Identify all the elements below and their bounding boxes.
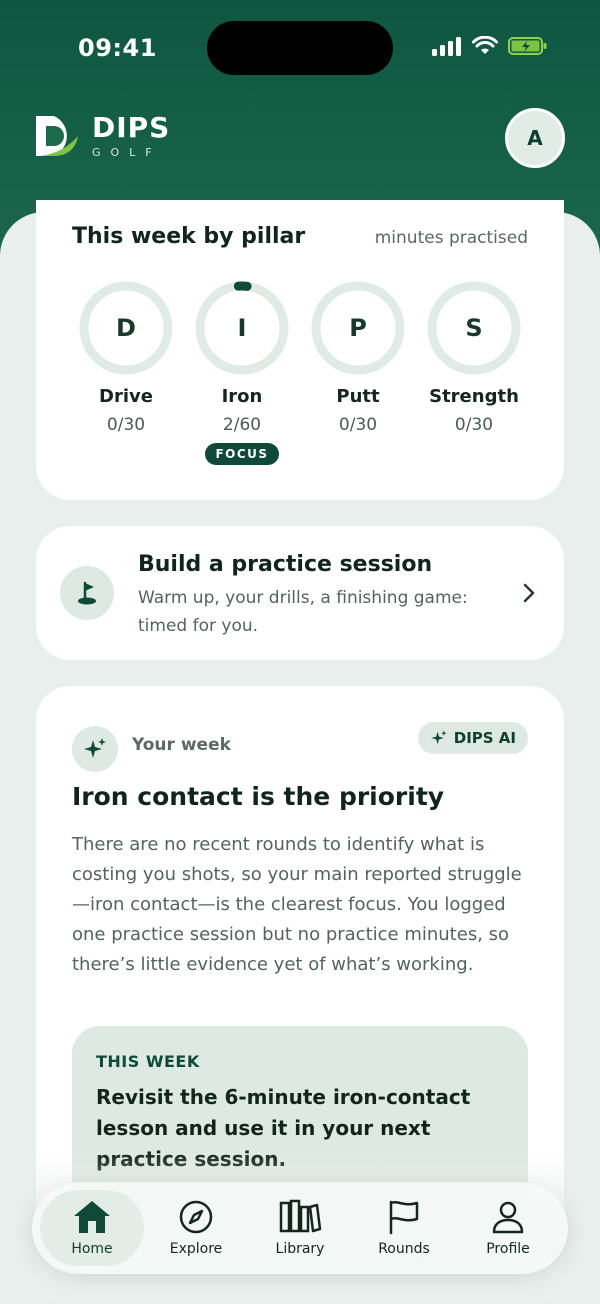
pillar-drive[interactable]: D Drive 0/30 <box>76 280 176 465</box>
pillar-minutes: 2/60 <box>222 415 262 435</box>
dips-logo-icon <box>36 116 78 156</box>
pillar-name: Iron <box>221 386 263 407</box>
tab-label: Rounds <box>378 1241 430 1257</box>
pillar-letter: I <box>237 314 247 342</box>
week-headline: Iron contact is the priority <box>72 782 445 811</box>
progress-ring: S <box>426 280 522 376</box>
brand-sub: GOLF <box>92 145 162 159</box>
build-session-title: Build a practice session <box>138 552 433 577</box>
progress-ring: D <box>78 280 174 376</box>
tab-profile[interactable]: Profile <box>456 1190 560 1266</box>
app-logo[interactable]: DIPS GOLF <box>34 112 170 160</box>
home-icon <box>74 1201 110 1233</box>
progress-ring: I <box>194 280 290 376</box>
status-bar: 09:41 <box>0 0 600 96</box>
sparkle-icon <box>72 726 118 772</box>
golf-flag-icon <box>60 566 114 620</box>
wifi-icon <box>472 36 498 54</box>
dynamic-island <box>207 21 393 75</box>
pillar-letter: D <box>116 314 136 342</box>
tab-bar: Home Explore Library Rounds Profile <box>32 1182 568 1274</box>
pillar-letter: P <box>349 314 367 342</box>
pillar-iron[interactable]: I Iron 2/60 FOCUS <box>192 280 292 465</box>
tab-library[interactable]: Library <box>248 1190 352 1266</box>
pillar-minutes: 0/30 <box>106 415 146 435</box>
pillar-list: D Drive 0/30 I Iron 2/60 FOCUS P Putt 0/… <box>76 280 524 465</box>
pillar-card: This week by pillar minutes practised D … <box>36 200 564 500</box>
build-session-card[interactable]: Build a practice session Warm up, your d… <box>36 526 564 660</box>
pillar-card-subtitle: minutes practised <box>374 228 528 248</box>
build-session-description: Warm up, your drills, a finishing game: … <box>138 588 468 636</box>
avatar[interactable]: A <box>505 108 565 168</box>
brand-name: DIPS <box>92 110 171 144</box>
this-week-label: THIS WEEK <box>96 1052 200 1071</box>
progress-ring: P <box>310 280 406 376</box>
battery-icon <box>508 37 547 55</box>
pillar-putt[interactable]: P Putt 0/30 <box>308 280 408 465</box>
status-time: 09:41 <box>78 34 157 62</box>
pillar-card-title: This week by pillar <box>72 224 306 249</box>
compass-icon <box>179 1200 213 1234</box>
flag-icon <box>389 1200 419 1235</box>
library-icon <box>279 1199 322 1233</box>
tab-label: Library <box>275 1241 325 1257</box>
sparkle-icon <box>431 730 447 745</box>
focus-badge: FOCUS <box>205 443 279 465</box>
tab-explore[interactable]: Explore <box>144 1190 248 1266</box>
pillar-name: Drive <box>99 386 153 407</box>
your-week-label: Your week <box>132 735 231 755</box>
tab-label: Profile <box>486 1241 530 1257</box>
tab-label: Home <box>71 1241 113 1257</box>
status-icons <box>432 36 548 56</box>
dips-ai-badge: DIPS AI <box>417 722 528 754</box>
pillar-strength[interactable]: S Strength 0/30 <box>424 280 524 465</box>
tab-home[interactable]: Home <box>40 1190 144 1266</box>
chevron-right-icon <box>523 583 535 603</box>
dips-ai-label: DIPS AI <box>453 729 516 747</box>
week-summary: There are no recent rounds to identify w… <box>72 834 522 975</box>
pillar-minutes: 0/30 <box>454 415 494 435</box>
signal-icon <box>432 37 461 56</box>
pillar-minutes: 0/30 <box>338 415 378 435</box>
pillar-letter: S <box>465 314 483 342</box>
pillar-name: Strength <box>429 386 519 407</box>
tab-rounds[interactable]: Rounds <box>352 1190 456 1266</box>
pillar-name: Putt <box>336 386 380 407</box>
tab-label: Explore <box>169 1241 223 1257</box>
profile-icon <box>492 1201 524 1234</box>
